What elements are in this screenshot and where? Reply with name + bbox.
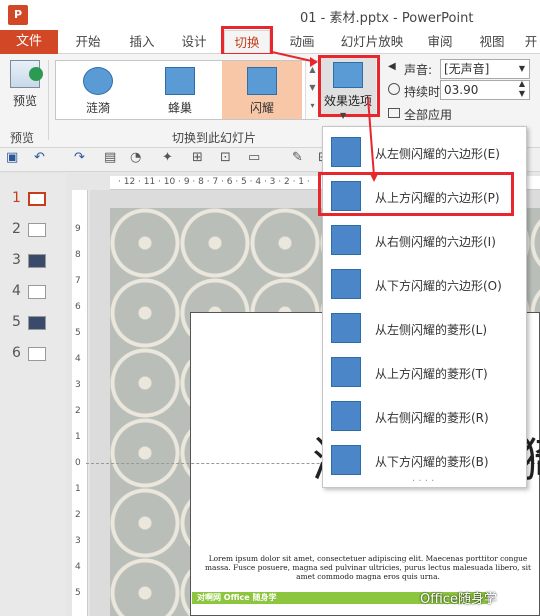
ripple-icon — [83, 67, 113, 95]
menu-resize-grip[interactable]: · · · · — [412, 476, 434, 487]
menu-item-label: 从左侧闪耀的六边形(E) — [375, 147, 500, 161]
menu-item-label: 从左侧闪耀的菱形(L) — [375, 323, 488, 337]
slide-thumbnail-6[interactable] — [28, 347, 46, 361]
menu-item-label: 从右侧闪耀的六边形(I) — [375, 235, 496, 249]
hexagon-icon — [331, 269, 361, 299]
menu-item-diamond-top[interactable]: 从上方闪耀的菱形(T) — [323, 350, 526, 394]
text-box-icon[interactable]: ⊡ — [220, 150, 231, 165]
diamond-icon — [331, 357, 361, 387]
diamond-icon — [331, 401, 361, 431]
duration-input[interactable]: 03.90 ▲ ▼ — [440, 79, 530, 100]
speaker-icon: ◀ — [388, 61, 396, 72]
ruler-tick: 6 — [75, 302, 81, 312]
slide-thumbnail-1[interactable] — [28, 192, 46, 206]
gallery-item-label: 涟漪 — [85, 101, 110, 115]
ruler-tick: 1 — [75, 484, 81, 494]
window-title: 01 - 素材.pptx - PowerPoint — [300, 11, 474, 26]
format-icon[interactable]: ✦ — [162, 150, 173, 165]
sound-select[interactable]: [无声音] ▼ — [440, 59, 530, 79]
tab-review[interactable]: 审阅 — [420, 30, 460, 54]
menu-item-label: 从下方闪耀的菱形(B) — [375, 455, 489, 469]
slide-thumbnail-5[interactable] — [28, 316, 46, 330]
duration-value: 03.90 — [444, 83, 479, 97]
menu-item-label: 从上方闪耀的菱形(T) — [375, 367, 488, 381]
menu-item-label: 从右侧闪耀的菱形(R) — [375, 411, 489, 425]
hexagon-icon — [331, 225, 361, 255]
sound-label: 声音: — [404, 63, 433, 77]
sound-value: [无声音] — [444, 62, 490, 76]
menu-item-label: 从下方闪耀的六边形(O) — [375, 279, 502, 293]
group-divider — [48, 60, 49, 140]
spinner-icon[interactable]: ▲ ▼ — [519, 79, 525, 99]
slide-number: 6 — [12, 345, 21, 361]
save-icon[interactable]: ▣ — [6, 150, 18, 165]
tab-home[interactable]: 开始 — [68, 30, 108, 54]
ruler-tick: 3 — [75, 380, 81, 390]
shape-icon[interactable]: ▭ — [248, 150, 260, 165]
ruler-tick: 4 — [75, 562, 81, 572]
ruler-tick: 1 — [75, 432, 81, 442]
arrow-button-to-menu — [367, 97, 375, 177]
menu-item-hex-bottom[interactable]: 从下方闪耀的六边形(O) — [323, 262, 526, 306]
tab-more[interactable]: 开 — [522, 30, 540, 54]
diamond-icon — [331, 445, 361, 475]
powerpoint-app-icon[interactable]: P — [8, 5, 28, 25]
ruler-tick: 8 — [75, 250, 81, 260]
slide-number: 2 — [12, 221, 21, 237]
menu-item-diamond-left[interactable]: 从左侧闪耀的菱形(L) — [323, 306, 526, 350]
ruler-tick: 9 — [75, 224, 81, 234]
diamond-icon — [331, 313, 361, 343]
ruler-tick: 3 — [75, 536, 81, 546]
start-from-beginning-icon[interactable]: ▤ — [104, 150, 116, 165]
preview-group-label: 预览 — [10, 131, 35, 145]
slide-number: 5 — [12, 314, 21, 330]
tab-insert[interactable]: 插入 — [122, 30, 162, 54]
slide-number: 3 — [12, 252, 21, 268]
ruler-tick: 5 — [75, 328, 81, 338]
arrow-tab-to-button — [271, 51, 317, 63]
slide-thumbnail-4[interactable] — [28, 285, 46, 299]
ruler-tick: 5 — [75, 588, 81, 598]
tab-view[interactable]: 视图 — [472, 30, 512, 54]
menu-item-hex-right[interactable]: 从右侧闪耀的六边形(I) — [323, 218, 526, 262]
align-icon[interactable]: ⊞ — [192, 150, 203, 165]
arrow-head — [369, 172, 379, 182]
watermark: Office随身学 — [420, 592, 497, 607]
chevron-down-icon: ▼ — [518, 64, 525, 73]
ruler-tick: 4 — [75, 354, 81, 364]
clock-icon — [388, 83, 400, 95]
touch-mode-icon[interactable]: ◔ — [130, 150, 141, 165]
ruler-tick: 7 — [75, 276, 81, 286]
gallery-group-label: 切换到此幻灯片 — [172, 131, 257, 145]
slide-number: 1 — [12, 190, 21, 206]
gallery-item-honeycomb[interactable]: 蜂巢 — [140, 61, 220, 119]
slide-thumbnail-3[interactable] — [28, 254, 46, 268]
slide-thumbnail-2[interactable] — [28, 223, 46, 237]
ruler-tick: 2 — [75, 406, 81, 416]
ruler-tick: 2 — [75, 510, 81, 520]
menu-item-diamond-right[interactable]: 从右侧闪耀的菱形(R) — [323, 394, 526, 438]
slide-number: 4 — [12, 283, 21, 299]
apply-all-button[interactable]: 全部应用 — [404, 106, 452, 123]
honeycomb-icon — [165, 67, 195, 95]
tab-design[interactable]: 设计 — [174, 30, 214, 54]
apply-all-icon — [388, 108, 400, 118]
redo-icon[interactable]: ↷ — [74, 150, 85, 165]
preview-icon — [10, 60, 43, 88]
preview-button[interactable]: 预览 — [6, 60, 44, 112]
vertical-ruler: 9 8 7 6 5 4 3 2 1 0 1 2 3 4 5 — [72, 190, 88, 616]
gallery-item-ripple[interactable]: 涟漪 — [58, 61, 138, 119]
tab-file[interactable]: 文件 — [0, 30, 58, 54]
undo-icon[interactable]: ↶ — [34, 150, 45, 165]
gallery-item-label: 蜂巢 — [167, 101, 192, 115]
annotation-arrows — [271, 51, 379, 182]
ruler-tick: 0 — [75, 458, 81, 468]
slide-body-text[interactable]: Lorem ipsum dolor sit amet, consectetuer… — [196, 554, 540, 581]
slide-thumbnail-pane — [0, 174, 66, 616]
arrow-head — [310, 57, 318, 67]
preview-label: 预览 — [12, 94, 37, 108]
